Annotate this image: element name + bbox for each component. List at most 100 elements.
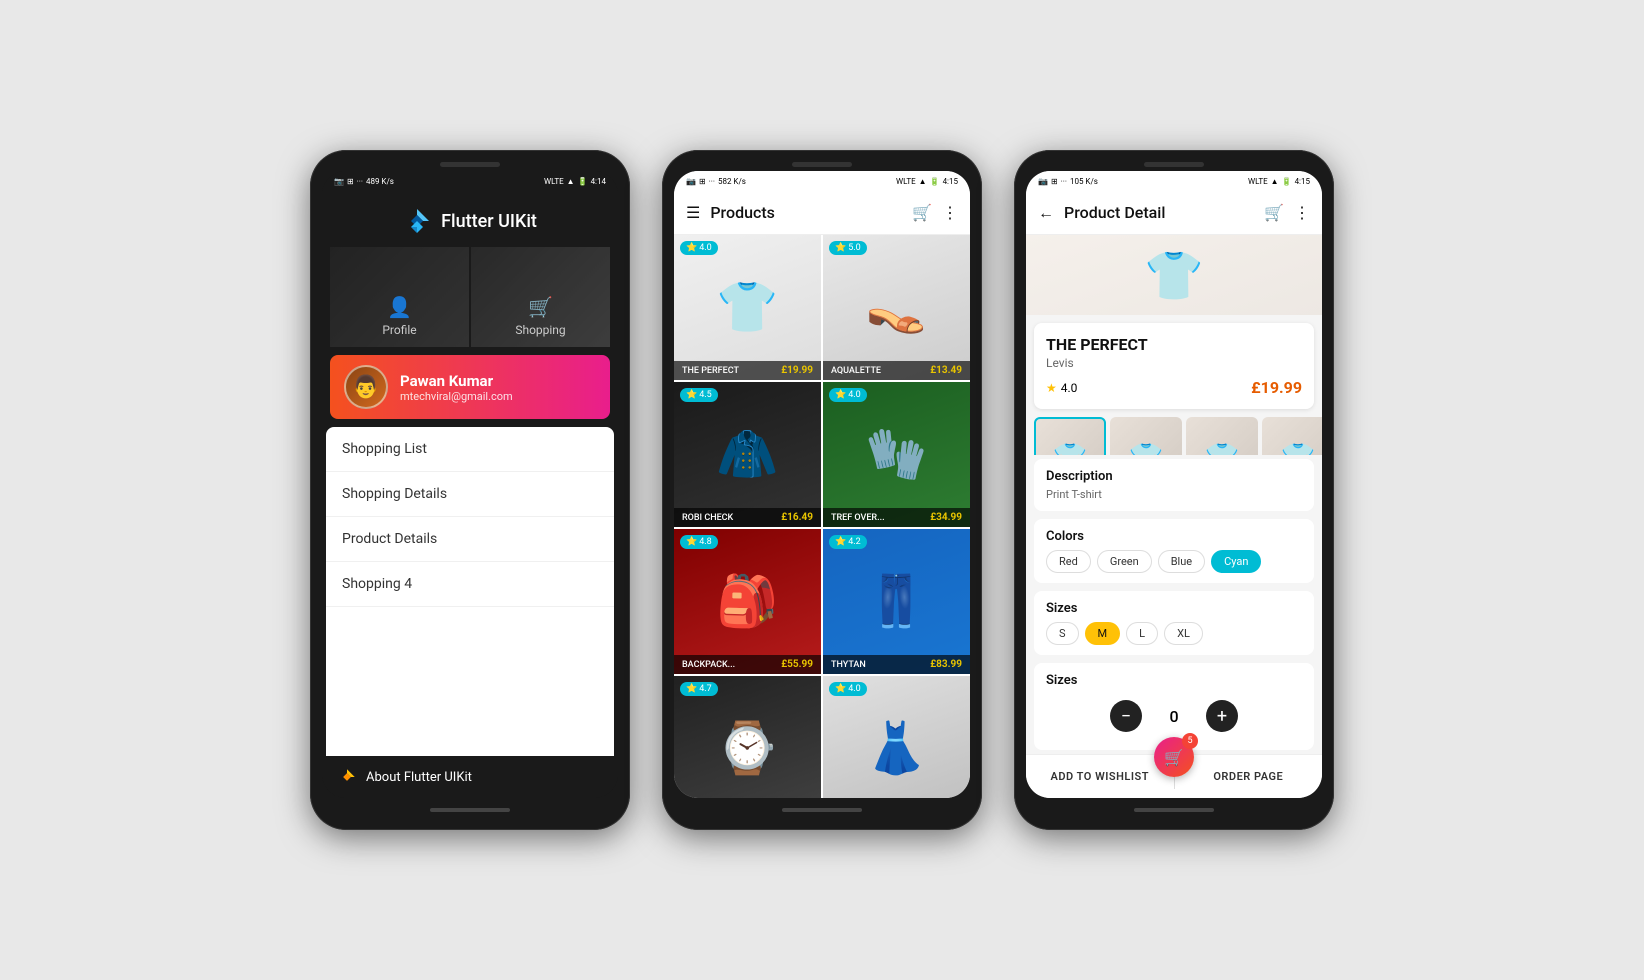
increase-qty-button[interactable]: + bbox=[1206, 700, 1238, 732]
back-icon[interactable]: ← bbox=[1038, 203, 1054, 223]
product-image-0: 👕 bbox=[674, 235, 821, 380]
detail-more-icon[interactable]: ⋮ bbox=[1294, 203, 1310, 222]
color-red[interactable]: Red bbox=[1046, 550, 1091, 573]
cart-fab-icon: 🛒 bbox=[1164, 748, 1184, 767]
product-price-0: £19.99 bbox=[781, 365, 813, 376]
product-card-5[interactable]: 👖 ⭐ 4.2 THYTAN £83.99 bbox=[823, 529, 970, 674]
size-l[interactable]: L bbox=[1126, 622, 1158, 645]
phone-bottom-1 bbox=[322, 798, 618, 818]
color-green[interactable]: Green bbox=[1097, 550, 1152, 573]
product-price-5: £83.99 bbox=[930, 659, 962, 670]
products-app-bar: ☰ Products 🛒 ⋮ bbox=[674, 191, 970, 235]
status-right-3: WLTE ▲ 🔋 4:15 bbox=[1248, 177, 1310, 186]
product-info-4: BACKPACK... £55.99 bbox=[674, 655, 821, 674]
phone-bottom-2 bbox=[674, 798, 970, 818]
phone-bottom-3 bbox=[1026, 798, 1322, 818]
size-m[interactable]: M bbox=[1085, 622, 1121, 645]
menu-item-shopping-details[interactable]: Shopping Details bbox=[326, 472, 614, 517]
home-indicator-3 bbox=[1134, 808, 1214, 812]
thumbnail-0[interactable]: 👕 bbox=[1034, 417, 1106, 455]
product-card-4[interactable]: 🎒 ⭐ 4.8 BACKPACK... £55.99 bbox=[674, 529, 821, 674]
cart-badge: 5 bbox=[1182, 733, 1198, 749]
product-info-2: ROBI CHECK £16.49 bbox=[674, 508, 821, 527]
thumbnail-3[interactable]: 👕 bbox=[1262, 417, 1322, 455]
product-card-7[interactable]: 👗 ⭐ 4.0 FLORAL £24.99 bbox=[823, 676, 970, 798]
product-price-4: £55.99 bbox=[781, 659, 813, 670]
hamburger-icon[interactable]: ☰ bbox=[686, 203, 700, 222]
product-name-5: THYTAN bbox=[831, 660, 866, 670]
add-to-wishlist-button[interactable]: ADD TO WISHLIST bbox=[1026, 755, 1174, 798]
status-bar-2: 📷 ⊞ ··· 582 K/s WLTE ▲ 🔋 4:15 bbox=[674, 171, 970, 191]
thumbnail-row: 👕 👕 👕 👕 bbox=[1026, 417, 1322, 455]
quantity-value: 0 bbox=[1162, 707, 1186, 726]
product-card-2[interactable]: 🧥 ⭐ 4.5 ROBI CHECK £16.49 bbox=[674, 382, 821, 527]
color-blue[interactable]: Blue bbox=[1158, 550, 1205, 573]
sizes-section: Sizes S M L XL bbox=[1034, 591, 1314, 655]
sizes-chips: S M L XL bbox=[1046, 622, 1302, 645]
product-card-6[interactable]: ⌚ ⭐ 4.7 WATCH £29.99 bbox=[674, 676, 821, 798]
decrease-qty-button[interactable]: − bbox=[1110, 700, 1142, 732]
grid-item-profile[interactable]: 👤 Profile bbox=[330, 247, 469, 347]
shopping-icon: 🛒 bbox=[528, 295, 553, 319]
star-icon: ★ bbox=[1046, 381, 1057, 395]
profile-name: Pawan Kumar bbox=[400, 372, 596, 390]
colors-chips: Red Green Blue Cyan bbox=[1046, 550, 1302, 573]
app-header-1: Flutter UIKit bbox=[322, 191, 618, 247]
product-card-0[interactable]: 👕 ⭐ 4.0 THE PERFECT £19.99 bbox=[674, 235, 821, 380]
color-cyan[interactable]: Cyan bbox=[1211, 550, 1261, 573]
product-rating-2: ⭐ 4.5 bbox=[680, 388, 718, 402]
detail-rating-price-row: ★ 4.0 £19.99 bbox=[1046, 378, 1302, 397]
profile-banner[interactable]: 👨 Pawan Kumar mtechviral@gmail.com bbox=[330, 355, 610, 419]
detail-app-bar: ← Product Detail 🛒 ⋮ bbox=[1026, 191, 1322, 235]
about-label: About Flutter UIKit bbox=[366, 770, 472, 785]
product-price-1: £13.49 bbox=[930, 365, 962, 376]
product-price-3: £34.99 bbox=[930, 512, 962, 523]
thumbnail-1[interactable]: 👕 bbox=[1110, 417, 1182, 455]
product-rating-1: ⭐ 5.0 bbox=[829, 241, 867, 255]
rating-value: 4.0 bbox=[1061, 381, 1078, 395]
menu-item-shopping-4[interactable]: Shopping 4 bbox=[326, 562, 614, 607]
thumbnail-2[interactable]: 👕 bbox=[1186, 417, 1258, 455]
size-s[interactable]: S bbox=[1046, 622, 1079, 645]
product-info-0: THE PERFECT £19.99 bbox=[674, 361, 821, 380]
menu-item-shopping-list[interactable]: Shopping List bbox=[326, 427, 614, 472]
size-xl[interactable]: XL bbox=[1164, 622, 1203, 645]
about-section[interactable]: About Flutter UIKit bbox=[322, 756, 618, 798]
product-rating-6: ⭐ 4.7 bbox=[680, 682, 718, 696]
phone-speaker-2 bbox=[792, 162, 852, 167]
menu-item-product-details[interactable]: Product Details bbox=[326, 517, 614, 562]
more-icon[interactable]: ⋮ bbox=[942, 203, 958, 222]
product-image-4: 🎒 bbox=[674, 529, 821, 674]
status-right-1: WLTE ▲ 🔋 4:14 bbox=[544, 177, 606, 186]
phone-2: 📷 ⊞ ··· 582 K/s WLTE ▲ 🔋 4:15 ☰ Products… bbox=[662, 150, 982, 830]
product-info-card: THE PERFECT Levis ★ 4.0 £19.99 bbox=[1034, 323, 1314, 409]
cart-fab-button[interactable]: 🛒 5 bbox=[1154, 737, 1194, 777]
product-rating-3: ⭐ 4.0 bbox=[829, 388, 867, 402]
order-page-button[interactable]: ORDER PAGE bbox=[1175, 755, 1323, 798]
product-image-5: 👖 bbox=[823, 529, 970, 674]
phone3-screen: 📷 ⊞ ··· 105 K/s WLTE ▲ 🔋 4:15 ← Product … bbox=[1026, 171, 1322, 798]
feature-grid: 👤 Profile 🛒 Shopping bbox=[330, 247, 610, 347]
grid-item-shopping[interactable]: 🛒 Shopping bbox=[471, 247, 610, 347]
detail-price: £19.99 bbox=[1251, 378, 1302, 397]
phone2-screen: 📷 ⊞ ··· 582 K/s WLTE ▲ 🔋 4:15 ☰ Products… bbox=[674, 171, 970, 798]
product-card-3[interactable]: 🧤 ⭐ 4.0 TREF OVER... £34.99 bbox=[823, 382, 970, 527]
detail-cart-icon[interactable]: 🛒 bbox=[1264, 203, 1284, 222]
status-left-2: 📷 ⊞ ··· 582 K/s bbox=[686, 177, 746, 186]
product-name-3: TREF OVER... bbox=[831, 513, 885, 523]
sizes-label: Sizes bbox=[1046, 601, 1302, 616]
profile-email: mtechviral@gmail.com bbox=[400, 390, 596, 403]
product-price-2: £16.49 bbox=[781, 512, 813, 523]
product-card-1[interactable]: 👡 ⭐ 5.0 AQUALETTE £13.49 bbox=[823, 235, 970, 380]
colors-label: Colors bbox=[1046, 529, 1302, 544]
products-grid: 👕 ⭐ 4.0 THE PERFECT £19.99 👡 ⭐ 5.0 AQUAL… bbox=[674, 235, 970, 798]
phone-1: 📷 ⊞ ··· 489 K/s WLTE ▲ 🔋 4:14 Flutter UI… bbox=[310, 150, 630, 830]
product-name-4: BACKPACK... bbox=[682, 660, 735, 670]
product-info-1: AQUALETTE £13.49 bbox=[823, 361, 970, 380]
phone-3: 📷 ⊞ ··· 105 K/s WLTE ▲ 🔋 4:15 ← Product … bbox=[1014, 150, 1334, 830]
product-hero-image: 👕 bbox=[1026, 235, 1322, 315]
flutter-logo-icon bbox=[403, 207, 431, 235]
cart-icon[interactable]: 🛒 bbox=[912, 203, 932, 222]
menu-list: Shopping List Shopping Details Product D… bbox=[326, 427, 614, 756]
product-name-1: AQUALETTE bbox=[831, 366, 881, 376]
